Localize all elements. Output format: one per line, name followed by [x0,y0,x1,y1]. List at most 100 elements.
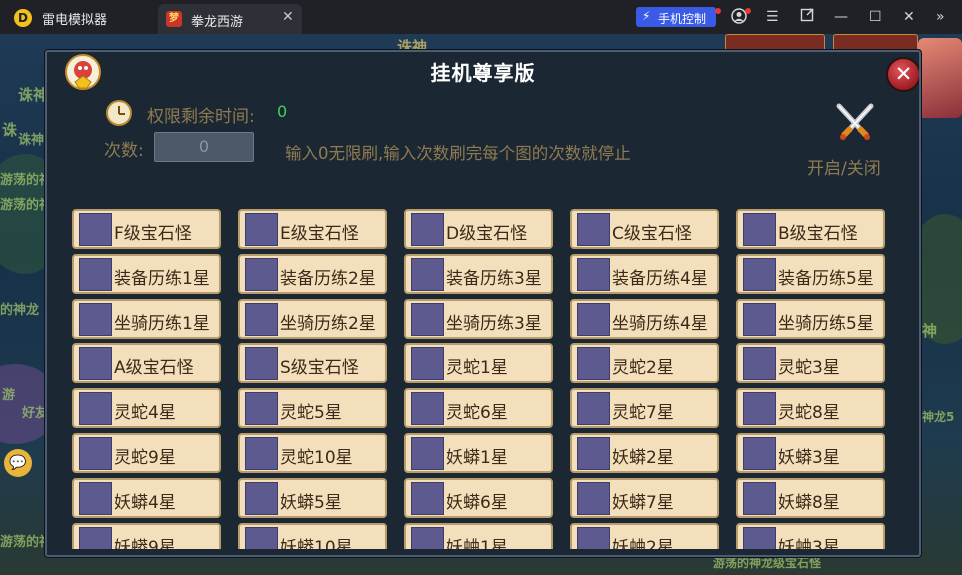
option-checkbox[interactable] [245,392,278,426]
option-item[interactable]: 装备历练1星 [72,253,221,294]
option-checkbox[interactable] [411,213,444,246]
option-item[interactable]: B级宝石怪 [736,209,885,249]
option-checkbox[interactable] [79,347,112,381]
option-checkbox[interactable] [245,481,278,515]
option-label: B级宝石怪 [778,224,858,244]
option-item[interactable]: 灵蛇7星 [570,388,719,429]
option-checkbox[interactable] [743,257,776,291]
option-checkbox[interactable] [245,213,278,246]
option-checkbox[interactable] [577,257,610,291]
option-item[interactable]: 妖蛐3星 [736,522,885,549]
option-item[interactable]: 妖蟒8星 [736,477,885,518]
option-item[interactable]: F级宝石怪 [72,209,221,249]
crossed-swords-icon[interactable] [831,102,879,142]
option-checkbox[interactable] [411,302,444,336]
chat-icon[interactable]: 💬 [4,449,32,477]
option-item[interactable]: 坐骑历练4星 [570,298,719,339]
option-item[interactable]: 灵蛇4星 [72,388,221,429]
option-checkbox[interactable] [411,347,444,381]
option-item[interactable]: 灵蛇5星 [238,388,387,429]
option-item[interactable]: D级宝石怪 [404,209,553,249]
option-item[interactable]: 妖蟒3星 [736,433,885,473]
option-item[interactable]: 妖蟒4星 [72,477,221,518]
option-checkbox[interactable] [577,302,610,336]
option-item[interactable]: 灵蛇9星 [72,433,221,473]
option-checkbox[interactable] [245,257,278,291]
option-checkbox[interactable] [411,437,444,470]
option-item[interactable]: 装备历练2星 [238,253,387,294]
option-item[interactable]: 装备历练5星 [736,253,885,294]
option-item[interactable]: 装备历练4星 [570,253,719,294]
option-label: 坐骑历练3星 [446,313,542,334]
option-item[interactable]: 灵蛇3星 [736,343,885,384]
option-checkbox[interactable] [245,526,278,549]
toggle-label[interactable]: 开启/关闭 [807,154,881,179]
option-checkbox[interactable] [577,437,610,470]
option-item[interactable]: 妖蟒7星 [570,477,719,518]
option-checkbox[interactable] [743,392,776,426]
option-item[interactable]: C级宝石怪 [570,209,719,249]
option-item[interactable]: 灵蛇1星 [404,343,553,384]
option-item[interactable]: 妖蟒1星 [404,433,553,473]
option-checkbox[interactable] [577,347,610,381]
double-chevron-icon[interactable]: » [936,8,945,26]
option-label: 灵蛇9星 [114,448,176,468]
option-item[interactable]: 坐骑历练5星 [736,298,885,339]
phone-control-button[interactable]: ⚡ 手机控制 [636,7,716,27]
option-checkbox[interactable] [245,437,278,470]
option-checkbox[interactable] [245,302,278,336]
option-checkbox[interactable] [743,302,776,336]
afk-dialog: 挂机尊享版 ✕ 权限剩余时间: 0 次数: 0 输入0无限刷,输入次数刷完每个图… [45,50,921,557]
menu-icon[interactable]: ☰ [766,8,779,26]
option-item[interactable]: 坐骑历练3星 [404,298,553,339]
close-icon[interactable]: ✕ [903,8,915,26]
option-item[interactable]: 灵蛇6星 [404,388,553,429]
external-icon[interactable] [800,8,814,27]
option-item[interactable]: E级宝石怪 [238,209,387,249]
option-item[interactable]: 妖蟒9星 [72,522,221,549]
option-item[interactable]: 妖蛐1星 [404,522,553,549]
option-checkbox[interactable] [79,213,112,246]
option-item[interactable]: 妖蟒10星 [238,522,387,549]
option-checkbox[interactable] [245,347,278,381]
option-label: 妖蟒6星 [446,492,508,513]
option-checkbox[interactable] [79,392,112,426]
option-item[interactable]: 灵蛇8星 [736,388,885,429]
option-item[interactable]: 妖蟒6星 [404,477,553,518]
count-input[interactable]: 0 [154,132,254,162]
maximize-icon[interactable]: ☐ [869,8,882,26]
option-item[interactable]: 灵蛇2星 [570,343,719,384]
minimize-icon[interactable]: — [834,8,848,26]
option-item[interactable]: 装备历练3星 [404,253,553,294]
option-checkbox[interactable] [79,257,112,291]
option-item[interactable]: S级宝石怪 [238,343,387,384]
option-checkbox[interactable] [411,257,444,291]
option-checkbox[interactable] [743,437,776,470]
close-button[interactable]: ✕ [886,57,919,92]
option-checkbox[interactable] [79,302,112,336]
option-checkbox[interactable] [743,347,776,381]
phone-control-label: 手机控制 [658,12,707,26]
option-item[interactable]: 坐骑历练2星 [238,298,387,339]
option-checkbox[interactable] [743,526,776,549]
option-item[interactable]: 妖蟒2星 [570,433,719,473]
option-checkbox[interactable] [79,526,112,549]
tab-close-icon[interactable]: ✕ [282,9,294,25]
option-checkbox[interactable] [411,481,444,515]
option-checkbox[interactable] [743,481,776,515]
option-checkbox[interactable] [577,526,610,549]
option-item[interactable]: 妖蛐2星 [570,522,719,549]
option-item[interactable]: A级宝石怪 [72,343,221,384]
option-checkbox[interactable] [577,392,610,426]
option-item[interactable]: 妖蟒5星 [238,477,387,518]
option-item[interactable]: 灵蛇10星 [238,433,387,473]
option-item[interactable]: 坐骑历练1星 [72,298,221,339]
option-checkbox[interactable] [411,526,444,549]
option-checkbox[interactable] [743,213,776,246]
option-checkbox[interactable] [577,213,610,246]
option-checkbox[interactable] [577,481,610,515]
option-checkbox[interactable] [79,437,112,470]
option-checkbox[interactable] [411,392,444,426]
option-checkbox[interactable] [79,481,112,515]
tab-game[interactable]: 梦 拳龙西游 ✕ [158,4,302,34]
